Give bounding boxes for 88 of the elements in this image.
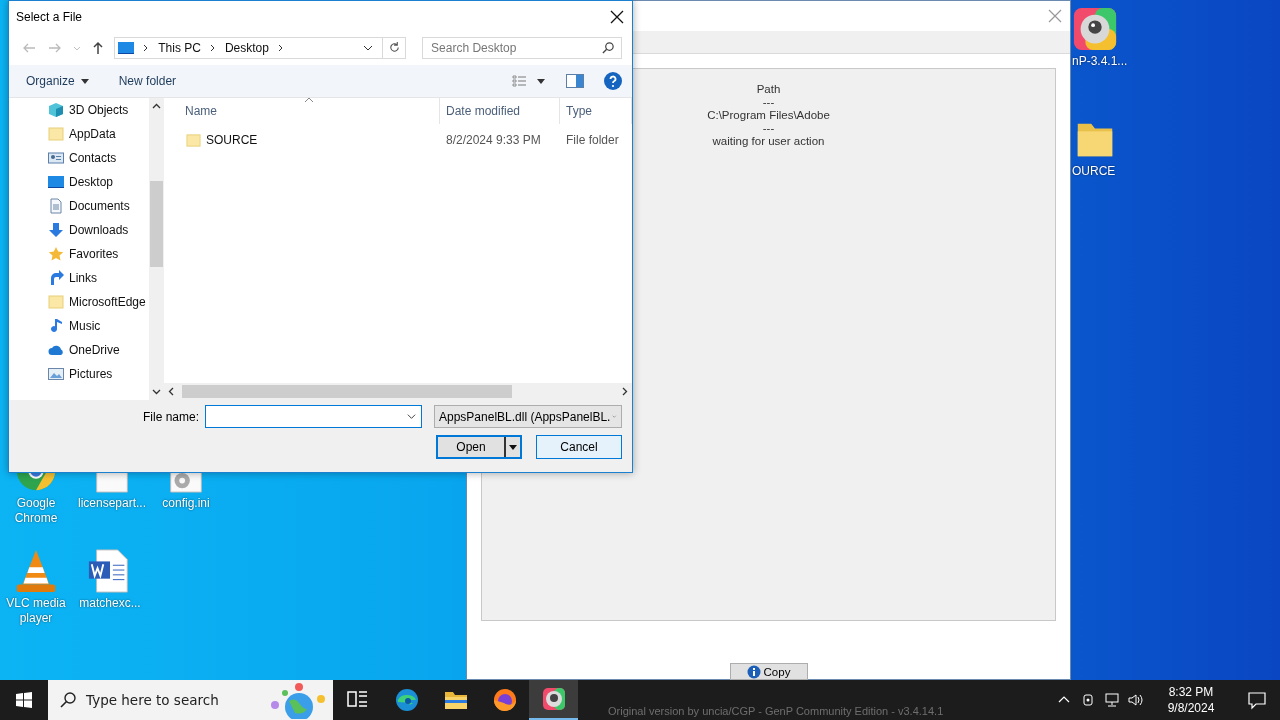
cancel-button[interactable]: Cancel bbox=[536, 435, 622, 459]
close-icon[interactable] bbox=[610, 9, 624, 24]
dropdown-icon[interactable] bbox=[406, 411, 417, 422]
contacts-icon bbox=[48, 150, 64, 166]
nav-item[interactable]: MicrosoftEdge bbox=[48, 290, 149, 314]
folder-icon bbox=[48, 294, 64, 310]
copy-button[interactable]: Copy bbox=[729, 663, 808, 680]
chevron-icon bbox=[208, 43, 217, 52]
caret-icon bbox=[80, 78, 89, 84]
scroll-down-icon[interactable] bbox=[152, 387, 161, 396]
cube-icon bbox=[48, 102, 64, 118]
nav-item[interactable]: Pictures bbox=[48, 362, 149, 386]
nav-item[interactable]: Links bbox=[48, 266, 149, 290]
status-text: --- bbox=[762, 122, 775, 135]
taskbar-search-field[interactable]: Type here to search bbox=[48, 680, 333, 720]
scrollbar[interactable] bbox=[149, 98, 164, 400]
chevron-icon bbox=[276, 43, 285, 52]
status-text: Path bbox=[756, 83, 781, 96]
breadcrumb-item[interactable]: This PC bbox=[158, 40, 201, 55]
file-name-cell[interactable]: SOURCE bbox=[164, 128, 440, 152]
notification-icon[interactable] bbox=[1247, 690, 1267, 710]
search-field[interactable]: Search Desktop bbox=[422, 36, 622, 59]
refresh-icon[interactable] bbox=[387, 41, 401, 54]
monitor-icon bbox=[118, 40, 135, 55]
search-icon bbox=[60, 692, 76, 708]
scrollbar-thumb[interactable] bbox=[182, 385, 512, 398]
column-header[interactable]: Type bbox=[560, 98, 632, 124]
info-icon bbox=[746, 664, 761, 679]
nav-item[interactable]: Favorites bbox=[48, 242, 149, 266]
scroll-up-icon[interactable] bbox=[152, 102, 161, 111]
volume-icon[interactable] bbox=[1128, 692, 1144, 708]
music-icon bbox=[48, 318, 64, 334]
browser-icon bbox=[492, 688, 517, 712]
date-text: 9/8/2024 bbox=[1167, 700, 1215, 716]
time-text: 8:32 PM bbox=[1168, 684, 1214, 700]
footer-text: Original version by uncia/CGP - GenP Community Edition - v3.4.14.1 bbox=[608, 705, 944, 717]
status-text: C:\Program Files\Adobe bbox=[707, 109, 830, 122]
browser-icon bbox=[394, 688, 419, 712]
view-options-icon[interactable] bbox=[512, 74, 546, 88]
file-name-field[interactable] bbox=[205, 405, 422, 428]
webcam-app-icon[interactable] bbox=[1072, 6, 1118, 52]
nav-item[interactable]: Desktop bbox=[48, 170, 149, 194]
column-header[interactable]: Date modified bbox=[440, 98, 560, 124]
clock[interactable]: 8:32 PM 9/8/2024 bbox=[1156, 684, 1226, 716]
taskbar-app[interactable] bbox=[529, 680, 578, 720]
documents-icon bbox=[48, 198, 64, 214]
help-icon[interactable] bbox=[604, 72, 622, 90]
desktop-icon-label[interactable]: OURCE bbox=[1072, 164, 1116, 179]
window-title: Select a File bbox=[16, 9, 83, 24]
new-folder-button[interactable]: New folder bbox=[118, 74, 177, 88]
date-cell-text: 8/2/2024 9:33 PM bbox=[445, 132, 542, 149]
desktop-icon bbox=[48, 174, 64, 190]
nav-item[interactable]: Contacts bbox=[48, 146, 149, 170]
nav-item[interactable]: Documents bbox=[48, 194, 149, 218]
desktop-icon-label[interactable]: nP-3.4.1... bbox=[1072, 54, 1128, 69]
breadcrumb-item[interactable]: Desktop bbox=[224, 40, 269, 55]
file-name-label: File name: bbox=[142, 409, 199, 424]
status-text: --- bbox=[762, 96, 775, 109]
nav-item[interactable]: Music bbox=[48, 314, 149, 338]
sort-caret-icon bbox=[304, 96, 314, 104]
organize-menu-button[interactable]: Organize bbox=[26, 74, 89, 88]
scroll-left-icon[interactable] bbox=[167, 387, 176, 396]
downloads-icon bbox=[48, 222, 64, 238]
webcam-app-icon bbox=[541, 687, 566, 711]
scroll-right-icon[interactable] bbox=[620, 387, 629, 396]
preview-pane-icon[interactable] bbox=[566, 74, 584, 88]
nav-item[interactable]: Downloads bbox=[48, 218, 149, 242]
star-icon bbox=[48, 246, 64, 262]
open-button[interactable]: Open bbox=[436, 435, 522, 459]
status-text: waiting for user action bbox=[712, 135, 825, 148]
column-header[interactable]: Name bbox=[164, 98, 440, 124]
links-icon bbox=[48, 270, 64, 286]
nav-item[interactable]: 3D Objects bbox=[48, 98, 149, 122]
folder-icon bbox=[186, 132, 201, 148]
type-cell-text: File folder bbox=[565, 132, 620, 149]
scrollbar[interactable] bbox=[164, 383, 632, 400]
pictures-icon bbox=[48, 366, 64, 382]
scrollbar-thumb[interactable] bbox=[150, 181, 163, 267]
nav-item[interactable]: AppData bbox=[48, 122, 149, 146]
device-icon[interactable] bbox=[1080, 692, 1096, 708]
caret-icon bbox=[509, 444, 517, 450]
network-icon[interactable] bbox=[1104, 692, 1120, 708]
nav-item[interactable]: OneDrive bbox=[48, 338, 149, 362]
file-type-dropdown[interactable]: AppsPanelBL.dll (AppsPanelBL. bbox=[434, 405, 622, 428]
search-icon bbox=[602, 41, 615, 54]
address-bar[interactable]: This PC Desktop bbox=[114, 36, 407, 59]
windows-start-icon[interactable] bbox=[16, 692, 32, 708]
folder-icon bbox=[48, 126, 64, 142]
